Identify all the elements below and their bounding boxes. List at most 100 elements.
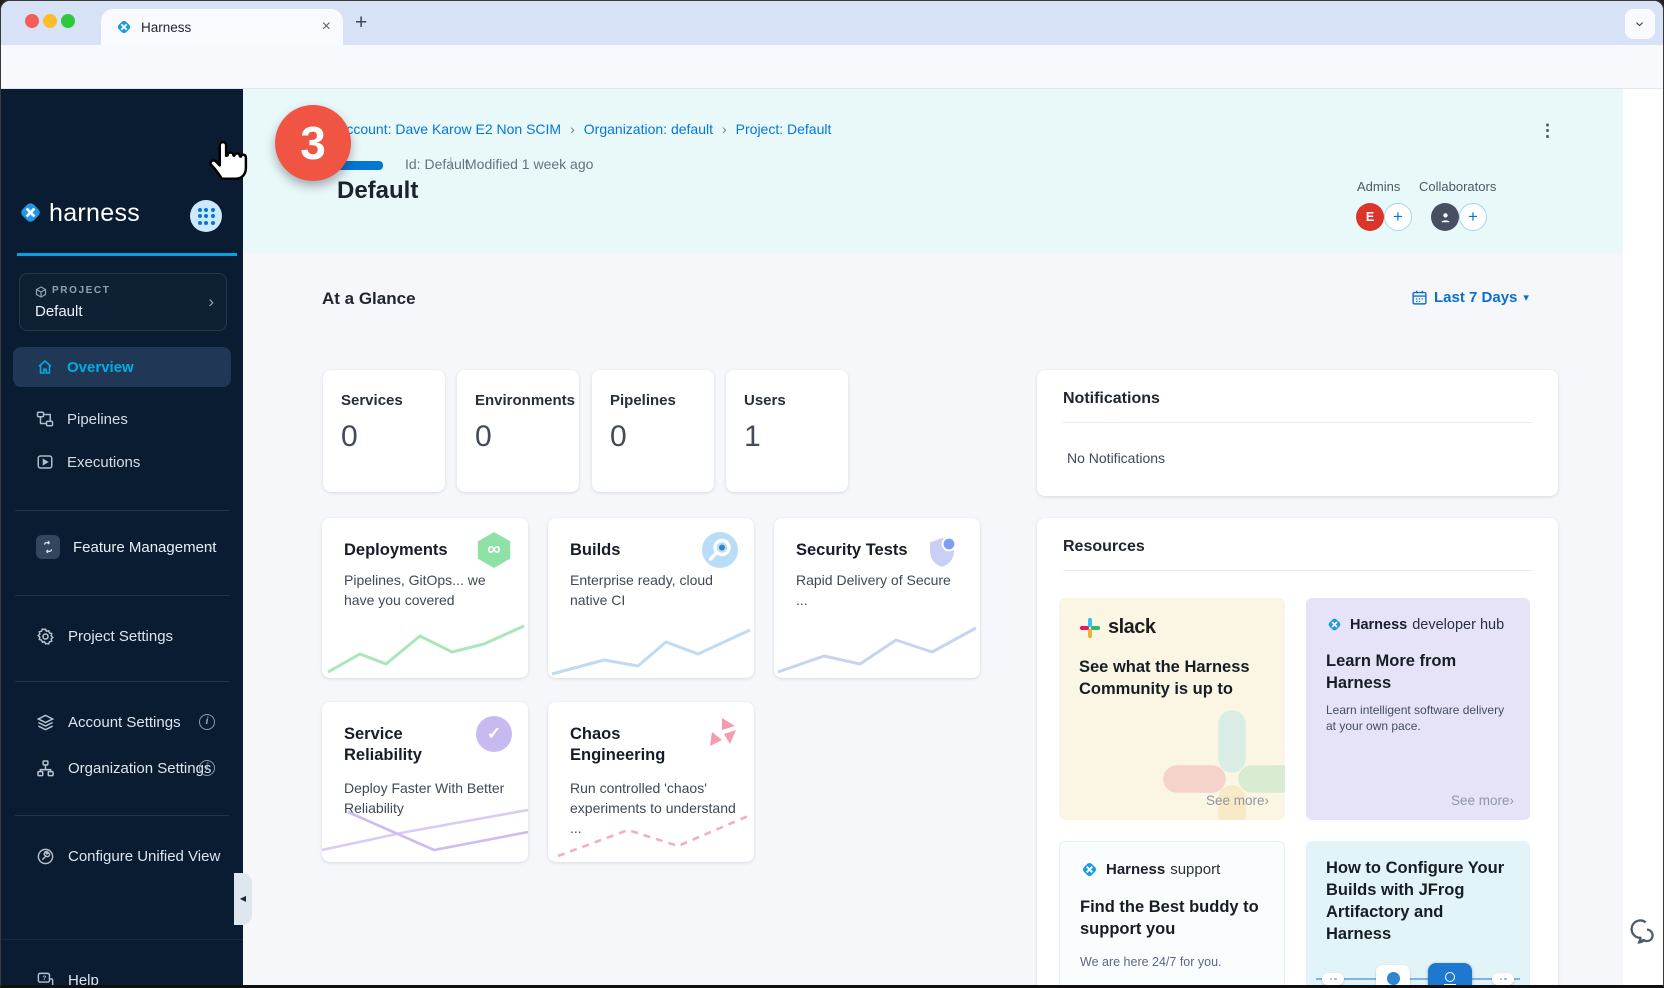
module-title: Security Tests: [796, 540, 928, 561]
add-admin-button[interactable]: +: [1384, 203, 1412, 231]
panel-divider: [1063, 422, 1532, 423]
add-collaborator-button[interactable]: +: [1459, 203, 1487, 231]
window-minimize-button[interactable]: [43, 14, 57, 28]
resources-panel: Resources slack See what the Harness Com…: [1037, 518, 1558, 988]
tab-search-button[interactable]: ›: [1625, 9, 1655, 39]
sidebar-collapse-handle[interactable]: ◀: [234, 873, 252, 925]
browser-tab[interactable]: Harness ×: [101, 9, 343, 45]
module-desc: Pipelines, GitOps... we have you covered: [344, 570, 512, 610]
resource-heading: See what the Harness Community is up to: [1079, 656, 1263, 700]
sidebar-item-feature-management[interactable]: Feature Management ›: [13, 527, 231, 567]
resource-card-slack[interactable]: slack See what the Harness Community is …: [1059, 598, 1285, 820]
chat-bubbles-icon[interactable]: [1625, 917, 1657, 949]
brand-bold: Harness: [1350, 617, 1407, 633]
sidebar-divider: [15, 815, 229, 816]
stat-card-environments: Environments 0: [457, 370, 579, 492]
collaborator-avatar[interactable]: [1431, 203, 1459, 231]
module-title: Service Reliability: [344, 724, 476, 766]
service-reliability-icon: ✓: [476, 716, 512, 752]
breadcrumb-organization[interactable]: Organization: default: [584, 121, 713, 137]
module-title: Deployments: [344, 540, 476, 561]
sidebar: harness PROJECT Default › Overview Pipel…: [1, 89, 243, 988]
resource-subtext: We are here 24/7 for you.: [1080, 954, 1270, 970]
stat-card-pipelines: Pipelines 0: [592, 370, 714, 492]
project-selector[interactable]: PROJECT Default ›: [19, 273, 227, 331]
breadcrumb-separator-icon: ›: [570, 121, 575, 137]
resource-card-developer-hub[interactable]: Harness developer hub Learn More from Ha…: [1306, 598, 1530, 820]
stat-card-services: Services 0: [323, 370, 445, 492]
slack-logo-row: slack: [1079, 616, 1156, 639]
stat-label: Pipelines: [610, 392, 676, 409]
module-card-security-tests[interactable]: Security Tests Rapid Delivery of Secure …: [774, 518, 980, 678]
tab-strip: Harness × + ›: [1, 1, 1664, 45]
date-range-value: Last 7 Days: [1434, 289, 1517, 306]
breadcrumb-project[interactable]: Project: Default: [736, 121, 832, 137]
feature-management-icon: [36, 535, 60, 559]
grid-icon: [198, 208, 215, 225]
new-tab-button[interactable]: +: [355, 11, 367, 35]
stat-value: 1: [744, 420, 761, 454]
page-title: Default: [337, 177, 418, 205]
builds-icon: [702, 532, 738, 568]
admin-avatar[interactable]: E: [1356, 203, 1384, 231]
project-selector-label: PROJECT: [52, 285, 110, 296]
info-icon[interactable]: i: [199, 714, 215, 730]
harness-logo-icon: [17, 199, 44, 226]
see-more-link[interactable]: See more›: [1206, 793, 1269, 808]
project-id: Id: Default: [405, 156, 469, 172]
admins-label: Admins: [1357, 179, 1400, 194]
header-kebab-menu-icon[interactable]: ⋮: [1539, 121, 1556, 141]
project-cube-icon: [35, 286, 47, 298]
browser-window: Harness × + › ← → ⟳ app.harness.io/ng/ac…: [0, 0, 1664, 988]
module-card-builds[interactable]: Builds Enterprise ready, cloud native CI: [548, 518, 754, 678]
home-icon: [36, 358, 54, 376]
breadcrumb-account[interactable]: Account: Dave Karow E2 Non SCIM: [337, 121, 561, 137]
sidebar-divider: [15, 510, 229, 511]
module-card-deployments[interactable]: Deployments Pipelines, GitOps... we have…: [322, 518, 528, 678]
harness-logo-icon: [1080, 860, 1099, 879]
brand-bold: Harness: [1106, 861, 1165, 878]
window-zoom-button[interactable]: [61, 14, 75, 28]
resource-card-jfrog[interactable]: How to Configure Your Builds with JFrog …: [1306, 841, 1530, 988]
collaborators-label: Collaborators: [1419, 179, 1496, 194]
stat-label: Users: [744, 392, 786, 409]
module-card-service-reliability[interactable]: Service Reliability Deploy Faster With B…: [322, 702, 528, 862]
caret-down-icon: ▾: [1523, 291, 1529, 304]
sidebar-item-account-settings[interactable]: Account Settings i: [13, 703, 231, 741]
resource-heading: Learn More from Harness: [1326, 650, 1496, 694]
sidebar-item-label: Project Settings: [68, 628, 173, 645]
chevron-right-icon: ›: [1510, 793, 1515, 808]
module-desc: Rapid Delivery of Secure ...: [796, 570, 964, 610]
module-card-chaos-engineering[interactable]: Chaos Engineering Run controlled 'chaos'…: [548, 702, 754, 862]
module-title: Builds: [570, 540, 702, 561]
tab-title: Harness: [141, 20, 191, 35]
module-grid-button[interactable]: [190, 200, 222, 232]
pipeline-node: [1322, 973, 1344, 985]
sidebar-item-help[interactable]: ? Help: [13, 961, 231, 988]
sidebar-item-pipelines[interactable]: Pipelines: [13, 399, 231, 439]
executions-icon: [36, 453, 54, 471]
sidebar-item-executions[interactable]: Executions: [13, 442, 231, 482]
sidebar-item-configure-unified-view[interactable]: Configure Unified View: [13, 837, 231, 875]
sidebar-item-label: Pipelines: [67, 411, 128, 428]
resource-card-support[interactable]: Harness support Find the Best buddy to s…: [1059, 841, 1285, 988]
sidebar-item-overview[interactable]: Overview: [13, 347, 231, 387]
date-range-selector[interactable]: Last 7 Days ▾: [1411, 289, 1529, 306]
calendar-icon: [1411, 289, 1428, 306]
browser-toolbar: ← → ⟳ app.harness.io/ng/account/YWdkwNPi…: [1, 45, 1664, 89]
layers-icon: [36, 713, 55, 732]
modified-timestamp: Modified 1 week ago: [465, 156, 593, 172]
tab-close-icon[interactable]: ×: [322, 18, 331, 36]
sidebar-item-label: Overview: [67, 359, 134, 376]
sidebar-item-label: Help: [68, 972, 99, 988]
window-close-button[interactable]: [25, 14, 39, 28]
sidebar-item-project-settings[interactable]: Project Settings: [13, 616, 231, 656]
notifications-title: Notifications: [1063, 390, 1160, 408]
see-more-link[interactable]: See more›: [1451, 793, 1514, 808]
info-icon[interactable]: i: [199, 760, 215, 776]
person-icon: [1438, 210, 1453, 225]
sidebar-item-organization-settings[interactable]: Organization Settings i: [13, 749, 231, 787]
sidebar-item-label: Account Settings: [68, 714, 181, 731]
harness-logo-icon: [1326, 616, 1343, 633]
resource-heading: Find the Best buddy to support you: [1080, 896, 1270, 940]
